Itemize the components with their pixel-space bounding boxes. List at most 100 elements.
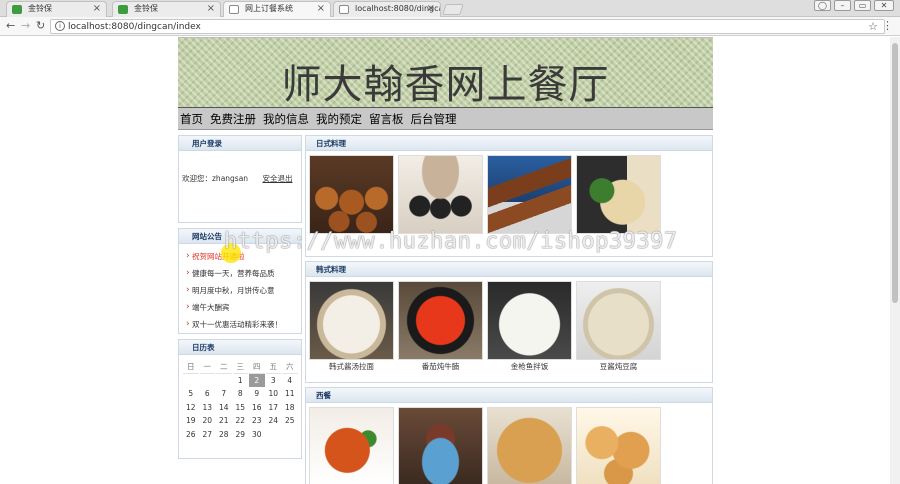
calendar-day[interactable]: 7: [216, 387, 232, 401]
food-item[interactable]: [576, 407, 661, 484]
browser-tab-2[interactable]: 金铃保 ×: [112, 1, 221, 17]
food-photo[interactable]: [487, 407, 572, 484]
close-icon[interactable]: ×: [93, 2, 101, 16]
url-text[interactable]: localhost:8080/dingcan/index: [68, 21, 201, 33]
food-photo[interactable]: [487, 281, 572, 360]
page-scrollbar[interactable]: [890, 37, 900, 484]
notice-panel: 网站公告 祝贺网站开通啦 健康每一天，营养每品质 明月度中秋，月饼传心意 端午大…: [178, 228, 302, 334]
calendar-day[interactable]: 24: [266, 414, 282, 428]
site-title: 师大翰香网上餐厅: [281, 62, 610, 108]
minimize-icon[interactable]: –: [834, 0, 851, 11]
notice-item[interactable]: 明月度中秋，月饼传心意: [186, 282, 301, 299]
calendar-day[interactable]: 14: [216, 401, 232, 415]
reload-icon[interactable]: ↻: [36, 19, 45, 32]
scrollbar-thumb[interactable]: [892, 43, 898, 303]
notice-item[interactable]: 祝贺网站开通啦: [186, 248, 301, 265]
notice-item[interactable]: 端午大酬宾: [186, 299, 301, 316]
calendar-day[interactable]: 1: [233, 374, 249, 388]
food-item[interactable]: [398, 155, 483, 247]
more-menu-icon[interactable]: ⋮: [882, 19, 893, 32]
calendar-day[interactable]: 9: [249, 387, 265, 401]
calendar-day[interactable]: 26: [183, 428, 199, 442]
info-icon[interactable]: i: [55, 21, 65, 31]
food-item[interactable]: 豆酱炖豆腐: [576, 281, 661, 373]
calendar-day[interactable]: 27: [200, 428, 216, 442]
food-photo[interactable]: [309, 407, 394, 484]
food-item[interactable]: [309, 155, 394, 247]
close-icon[interactable]: ×: [317, 2, 325, 16]
nav-guestbook[interactable]: 留言板: [369, 111, 404, 127]
forward-arrow-icon[interactable]: →: [21, 19, 30, 32]
food-item[interactable]: [309, 407, 394, 484]
food-photo[interactable]: [309, 155, 394, 234]
bookmark-star-icon[interactable]: ☆: [868, 20, 878, 33]
calendar-day[interactable]: 8: [233, 387, 249, 401]
food-name[interactable]: [398, 235, 483, 247]
food-item[interactable]: [398, 407, 483, 484]
browser-tab-1[interactable]: 金铃保 ×: [6, 1, 107, 17]
calendar-day[interactable]: 6: [200, 387, 216, 401]
food-name[interactable]: 番茄炖牛腩: [398, 361, 483, 373]
calendar-day[interactable]: 25: [282, 414, 298, 428]
nav-admin[interactable]: 后台管理: [411, 111, 457, 127]
calendar-day[interactable]: 28: [216, 428, 232, 442]
food-item[interactable]: 番茄炖牛腩: [398, 281, 483, 373]
browser-tab-4[interactable]: localhost:8080/dingcan/ ×: [333, 1, 441, 17]
calendar-day[interactable]: 23: [249, 414, 265, 428]
food-item[interactable]: 韩式酱汤拉面: [309, 281, 394, 373]
food-name[interactable]: 金枪鱼拌饭: [487, 361, 572, 373]
calendar-day[interactable]: 18: [282, 401, 298, 415]
nav-my-orders[interactable]: 我的预定: [316, 111, 362, 127]
address-bar[interactable]: i localhost:8080/dingcan/index ☆: [50, 19, 885, 34]
calendar-day[interactable]: 4: [282, 374, 298, 388]
calendar-day[interactable]: 10: [266, 387, 282, 401]
window-close-icon[interactable]: ✕: [874, 0, 894, 11]
calendar-day[interactable]: 22: [233, 414, 249, 428]
calendar-day[interactable]: 2: [249, 373, 265, 388]
nav-register[interactable]: 免费注册: [210, 111, 256, 127]
food-name[interactable]: [309, 235, 394, 247]
food-name[interactable]: [487, 235, 572, 247]
nav-home[interactable]: 首页: [180, 111, 203, 127]
food-item[interactable]: 金枪鱼拌饭: [487, 281, 572, 373]
nav-my-info[interactable]: 我的信息: [263, 111, 309, 127]
back-arrow-icon[interactable]: ←: [6, 19, 15, 32]
calendar-day[interactable]: 11: [282, 387, 298, 401]
calendar-day[interactable]: 21: [216, 414, 232, 428]
close-icon[interactable]: ×: [207, 2, 215, 16]
food-photo[interactable]: [398, 407, 483, 484]
logout-link[interactable]: 安全退出: [262, 174, 292, 183]
calendar-day[interactable]: 29: [233, 428, 249, 442]
close-icon[interactable]: ×: [427, 2, 435, 16]
calendar-day[interactable]: 12: [183, 401, 199, 415]
food-photo[interactable]: [576, 281, 661, 360]
food-name[interactable]: 豆酱炖豆腐: [576, 361, 661, 373]
food-photo[interactable]: [398, 281, 483, 360]
food-photo[interactable]: [309, 281, 394, 360]
notice-item[interactable]: 健康每一天，营养每品质: [186, 265, 301, 282]
food-item[interactable]: [576, 155, 661, 247]
calendar-day[interactable]: 19: [183, 414, 199, 428]
calendar-day[interactable]: 5: [183, 387, 199, 401]
restore-icon[interactable]: ▭: [854, 0, 871, 11]
food-item[interactable]: [487, 155, 572, 247]
calendar-day[interactable]: 15: [233, 401, 249, 415]
food-name[interactable]: 韩式酱汤拉面: [309, 361, 394, 373]
food-photo[interactable]: [576, 407, 661, 484]
calendar-day[interactable]: 30: [249, 428, 265, 442]
browser-tab-3[interactable]: 网上订餐系统 ×: [223, 1, 331, 17]
login-panel: 用户登录 欢迎您：zhangsan 安全退出: [178, 135, 302, 223]
calendar-day[interactable]: 20: [200, 414, 216, 428]
user-icon[interactable]: ◯: [814, 0, 831, 11]
calendar-day[interactable]: 17: [266, 401, 282, 415]
food-photo[interactable]: [398, 155, 483, 234]
notice-item[interactable]: 双十一优惠活动精彩来袭！: [186, 316, 301, 333]
food-item[interactable]: [487, 407, 572, 484]
new-tab-button[interactable]: [442, 4, 464, 15]
calendar-day[interactable]: 3: [266, 374, 282, 388]
calendar-day[interactable]: 16: [249, 401, 265, 415]
calendar-day[interactable]: 13: [200, 401, 216, 415]
food-name[interactable]: [576, 235, 661, 247]
food-photo[interactable]: [487, 155, 572, 234]
food-photo[interactable]: [576, 155, 661, 234]
